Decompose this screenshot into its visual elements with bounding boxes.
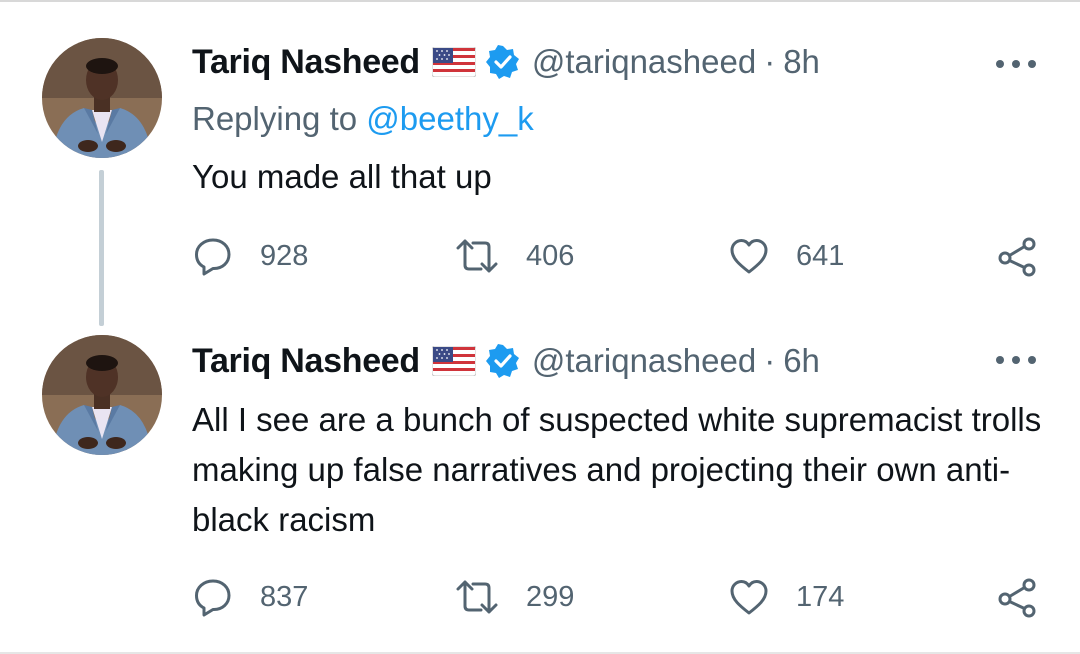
replying-to: Replying to @beethy_k bbox=[192, 100, 534, 138]
reply-count: 837 bbox=[260, 580, 309, 613]
tweet-timestamp[interactable]: 6h bbox=[783, 342, 820, 380]
like-button[interactable]: 174 bbox=[728, 575, 844, 619]
like-count: 174 bbox=[796, 580, 845, 613]
avatar[interactable] bbox=[42, 38, 162, 158]
share-icon bbox=[996, 235, 1038, 277]
tweet[interactable]: Tariq Nasheed bbox=[0, 302, 1080, 652]
more-options-icon[interactable] bbox=[996, 54, 1036, 74]
verified-badge-icon bbox=[485, 344, 520, 378]
retweet-count: 406 bbox=[526, 239, 575, 272]
verified-badge-icon bbox=[485, 45, 520, 79]
tweet-actions: 928 406 641 bbox=[192, 234, 1042, 278]
tweet-text: You made all that up bbox=[192, 158, 492, 195]
share-button[interactable] bbox=[996, 575, 1038, 619]
heart-icon bbox=[728, 235, 770, 277]
tweet-timestamp[interactable]: 8h bbox=[783, 43, 820, 81]
separator-dot: · bbox=[764, 43, 776, 80]
retweet-icon bbox=[454, 235, 500, 277]
tweet-header: Tariq Nasheed bbox=[192, 38, 820, 86]
tweet[interactable]: Tariq Nasheed bbox=[0, 2, 1080, 326]
author-name[interactable]: Tariq Nasheed bbox=[192, 342, 420, 381]
like-count: 641 bbox=[796, 239, 845, 272]
tweet-text: All I see are a bunch of suspected white… bbox=[192, 401, 1042, 538]
retweet-button[interactable]: 406 bbox=[454, 234, 574, 278]
tweet-thread: Tariq Nasheed @tariqnasheed · 8h Replyin… bbox=[0, 0, 1080, 654]
tweet-actions: 837 299 174 bbox=[192, 575, 1042, 619]
share-button[interactable] bbox=[996, 234, 1038, 278]
author-handle[interactable]: @tariqnasheed bbox=[532, 43, 756, 81]
share-icon bbox=[996, 576, 1038, 618]
us-flag-icon bbox=[431, 46, 477, 78]
reply-count: 928 bbox=[260, 239, 309, 272]
avatar[interactable] bbox=[42, 335, 162, 455]
reply-button[interactable]: 837 bbox=[192, 575, 308, 619]
retweet-button[interactable]: 299 bbox=[454, 575, 574, 619]
retweet-count: 299 bbox=[526, 580, 575, 613]
reply-icon bbox=[192, 235, 234, 277]
author-handle[interactable]: @tariqnasheed bbox=[532, 342, 756, 380]
retweet-icon bbox=[454, 576, 500, 618]
replying-to-mention[interactable]: @beethy_k bbox=[366, 100, 533, 137]
reply-icon bbox=[192, 576, 234, 618]
like-button[interactable]: 641 bbox=[728, 234, 844, 278]
separator-dot: · bbox=[764, 342, 776, 379]
more-options-icon[interactable] bbox=[996, 350, 1036, 370]
tweet-header: Tariq Nasheed bbox=[192, 337, 820, 385]
replying-to-label: Replying to bbox=[192, 100, 367, 137]
reply-button[interactable]: 928 bbox=[192, 234, 308, 278]
heart-icon bbox=[728, 576, 770, 618]
author-name[interactable]: Tariq Nasheed bbox=[192, 43, 420, 82]
us-flag-icon bbox=[431, 345, 477, 377]
